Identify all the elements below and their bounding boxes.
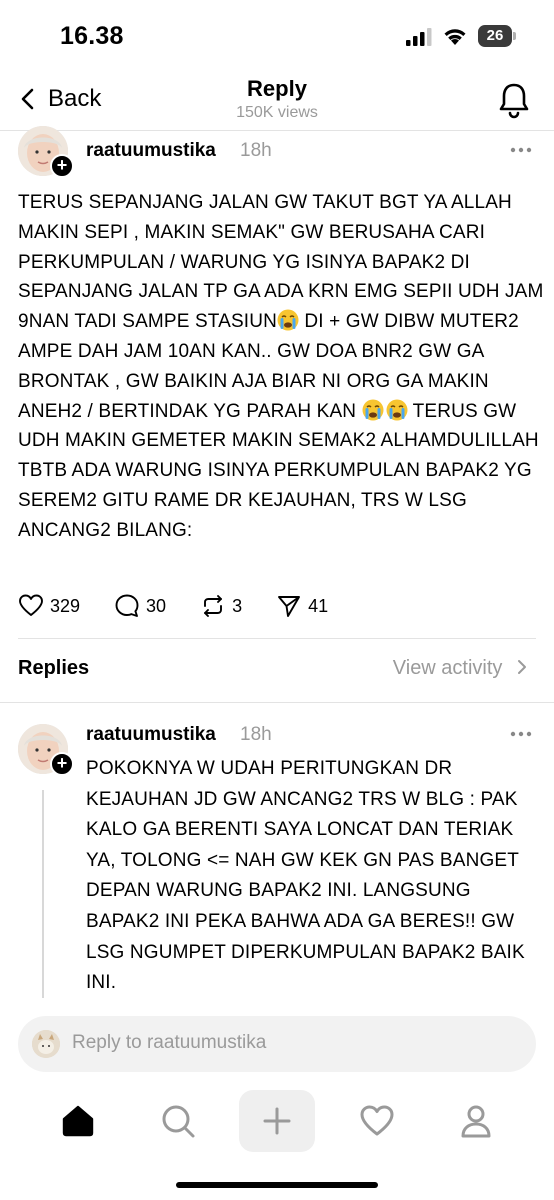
status-bar: 16.38 26	[0, 0, 554, 72]
share-count: 41	[308, 595, 329, 616]
signal-icon	[406, 28, 432, 46]
more-horizontal-icon[interactable]	[510, 730, 532, 738]
send-icon	[278, 596, 301, 617]
reply-placeholder: Reply to raatuumustika	[72, 1032, 267, 1053]
post-actions: 329 30 3 41	[18, 592, 362, 620]
search-icon	[162, 1105, 195, 1138]
thread-line	[42, 790, 44, 1000]
like-button[interactable]: 329	[18, 593, 80, 619]
crying-emoji-icon	[362, 399, 384, 421]
tab-compose[interactable]	[239, 1090, 315, 1152]
view-activity-label: View activity	[392, 657, 503, 679]
my-avatar-image	[32, 1030, 60, 1058]
share-button[interactable]: 41	[276, 593, 328, 619]
post-text: TERUS SEPANJANG JALAN GW TAKUT BGT YA AL…	[18, 188, 544, 546]
comment-button[interactable]: 30	[114, 593, 166, 619]
reply-input[interactable]: Reply to raatuumustika	[18, 1016, 536, 1072]
tab-profile[interactable]	[444, 1090, 508, 1152]
post-time: 18h	[240, 140, 272, 161]
page-title: Reply	[247, 76, 307, 101]
nav-header: Back Reply 150K views	[0, 72, 554, 130]
my-avatar	[32, 1030, 60, 1058]
comment-icon	[115, 594, 139, 617]
reply-time: 18h	[240, 724, 272, 745]
crying-emoji-icon	[386, 399, 408, 421]
post-username[interactable]: raatuumustika	[86, 140, 216, 162]
follow-plus-icon[interactable]: +	[50, 154, 74, 178]
battery-level: 26	[486, 27, 504, 44]
tab-home[interactable]	[46, 1090, 110, 1152]
home-indicator	[176, 1182, 378, 1188]
profile-icon	[461, 1105, 491, 1138]
comment-count: 30	[146, 595, 167, 616]
reply-text: POKOKNYA W UDAH PERITUNGKAN DR KEJAUHAN …	[86, 758, 525, 994]
follow-plus-icon[interactable]: +	[50, 752, 74, 776]
heart-icon	[19, 594, 43, 616]
replies-divider	[0, 702, 554, 703]
post-avatar[interactable]: +	[18, 126, 74, 180]
battery-cap	[513, 32, 516, 40]
replies-heading: Replies	[18, 657, 90, 679]
repost-count: 3	[232, 595, 243, 616]
status-time: 16.38	[60, 22, 124, 50]
header-divider	[0, 130, 554, 131]
bell-icon[interactable]	[496, 80, 532, 120]
wifi-icon	[444, 29, 466, 45]
battery-indicator: 26	[478, 25, 516, 47]
more-horizontal-icon[interactable]	[510, 146, 532, 154]
plus-icon	[263, 1107, 291, 1135]
crying-emoji-icon	[277, 309, 299, 331]
repost-icon	[204, 595, 223, 617]
repost-button[interactable]: 3	[200, 593, 242, 619]
reply-username[interactable]: raatuumustika	[86, 724, 216, 746]
tab-search[interactable]	[146, 1090, 210, 1152]
chevron-right-icon	[518, 660, 526, 674]
tab-activity[interactable]	[345, 1090, 409, 1152]
view-activity-link[interactable]: View activity	[393, 657, 528, 680]
heart-icon	[360, 1105, 394, 1136]
view-count: 150K views	[236, 104, 318, 121]
home-icon	[62, 1105, 94, 1137]
post-divider	[18, 638, 536, 639]
like-count: 329	[50, 595, 81, 616]
reply-avatar[interactable]: +	[18, 724, 74, 778]
